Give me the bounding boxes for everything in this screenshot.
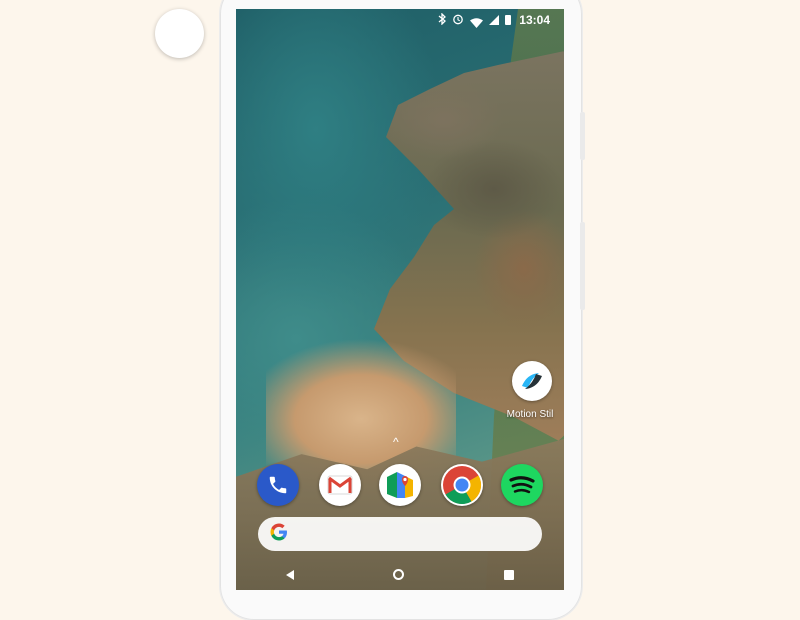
- motion-stills-shortcut[interactable]: Motion Stil: [492, 361, 564, 420]
- gmail-app-icon[interactable]: [319, 464, 361, 506]
- home-button-icon[interactable]: [393, 569, 405, 580]
- power-button: [580, 112, 585, 160]
- battery-icon: [505, 15, 512, 25]
- touch-indicator: [155, 9, 204, 58]
- app-drawer-chevron-icon[interactable]: ^: [393, 436, 399, 448]
- recents-button-icon[interactable]: [504, 569, 515, 580]
- wifi-icon: [470, 15, 484, 28]
- motion-stills-icon: [512, 361, 552, 401]
- status-bar: 13:04: [236, 9, 564, 31]
- google-logo-icon: [270, 523, 288, 546]
- volume-button: [580, 222, 585, 310]
- search-input[interactable]: [296, 518, 542, 550]
- alarm-icon: [452, 13, 464, 28]
- back-button-icon[interactable]: [285, 569, 294, 580]
- navigation-bar: [236, 559, 564, 590]
- phone-screen: 13:04 Motion Stil ^: [236, 9, 564, 590]
- bluetooth-icon: [438, 11, 447, 28]
- signal-icon: [489, 15, 500, 25]
- spotify-app-icon[interactable]: [501, 464, 543, 506]
- phone-app-icon[interactable]: [257, 464, 299, 506]
- google-search-bar[interactable]: [258, 517, 542, 551]
- chrome-app-icon[interactable]: [441, 464, 483, 506]
- status-time: 13:04: [519, 13, 550, 27]
- maps-app-icon[interactable]: [379, 464, 421, 506]
- motion-stills-label: Motion Stil: [506, 409, 554, 420]
